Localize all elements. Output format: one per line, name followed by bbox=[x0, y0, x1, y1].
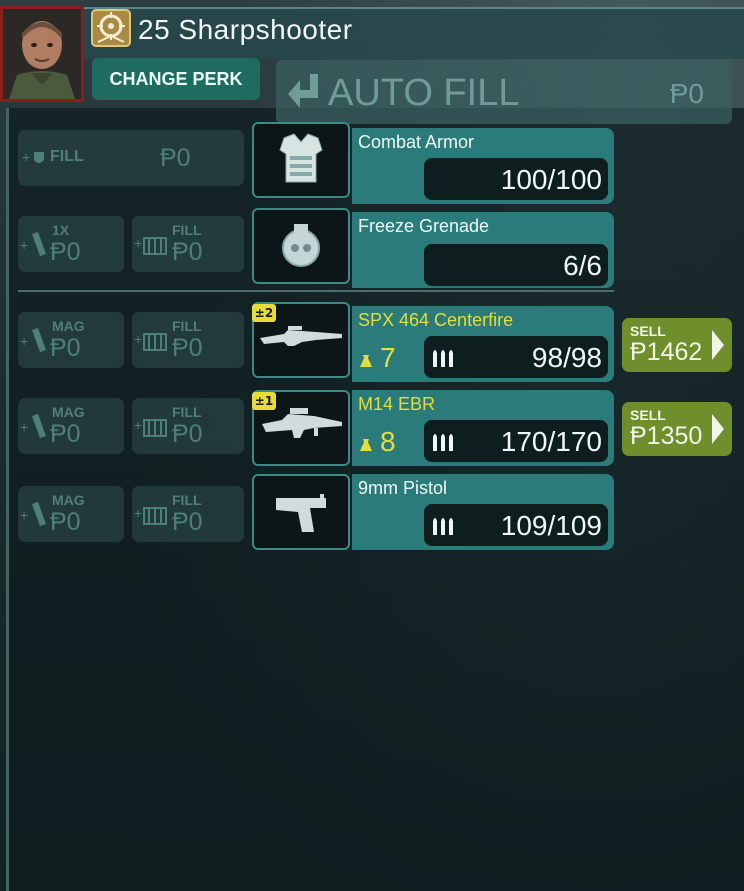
weight-icon bbox=[360, 438, 372, 451]
ammo-box-icon: + bbox=[134, 235, 167, 255]
ammo-box-icon: + bbox=[134, 417, 167, 437]
weapon2-name: M14 EBR bbox=[358, 394, 436, 414]
perk-title: 25 Sharpshooter bbox=[138, 14, 353, 45]
sharpshooter-perk-icon bbox=[91, 9, 131, 47]
weapon2-fill-button[interactable]: + FILL Ᵽ0 bbox=[132, 398, 244, 454]
weapon1-name: SPX 464 Centerfire bbox=[358, 310, 514, 330]
weapon2-mag-cost: Ᵽ0 bbox=[50, 420, 81, 448]
ammo-box-icon: + bbox=[134, 331, 167, 351]
armor-count: 100/100 bbox=[500, 164, 602, 195]
svg-text:+: + bbox=[20, 419, 28, 435]
weapon2-mag-button[interactable]: + MAG Ᵽ0 bbox=[18, 398, 124, 454]
weapon3-mag-button[interactable]: + MAG Ᵽ0 bbox=[18, 486, 124, 542]
armor-fill-button[interactable]: + FILL Ᵽ0 bbox=[18, 130, 244, 186]
armor-fill-label: FILL bbox=[50, 148, 84, 165]
grenade-fill-label: FILL bbox=[172, 222, 202, 238]
portrait-avatar bbox=[3, 9, 81, 99]
mag-icon: + bbox=[20, 414, 46, 438]
svg-text:+: + bbox=[20, 237, 28, 253]
weapon1-item-panel[interactable]: SPX 464 Centerfire 7 98/98 bbox=[352, 306, 614, 382]
weapon1-ammo-box: 98/98 bbox=[424, 336, 608, 378]
autofill-button[interactable]: AUTO FILL Ᵽ0 bbox=[276, 60, 732, 124]
armor-name: Combat Armor bbox=[358, 132, 475, 152]
weapon3-fill-button[interactable]: + FILL Ᵽ0 bbox=[132, 486, 244, 542]
armor-icon-box bbox=[252, 122, 350, 198]
autofill-cost: Ᵽ0 bbox=[669, 78, 704, 109]
grenade-buy-label: 1X bbox=[52, 222, 70, 238]
pistol-icon bbox=[276, 494, 326, 532]
sell-arrow-icon bbox=[712, 330, 724, 360]
weapon1-mag-cost: Ᵽ0 bbox=[50, 334, 81, 362]
grenade-fill-cost: Ᵽ0 bbox=[172, 238, 203, 266]
ammo-bullets-icon bbox=[433, 350, 453, 367]
weapon3-name: 9mm Pistol bbox=[358, 478, 448, 498]
grenade-count: 6/6 bbox=[563, 250, 602, 281]
svg-text:+: + bbox=[20, 333, 28, 349]
weapon1-ammo: 98/98 bbox=[531, 342, 602, 373]
weapon2-sell-button[interactable]: SELL Ᵽ1350 bbox=[622, 402, 732, 456]
grenade-buy-button[interactable]: + 1X Ᵽ0 bbox=[18, 216, 124, 272]
weapon1-sell-button[interactable]: SELL Ᵽ1462 bbox=[622, 318, 732, 372]
svg-text:+: + bbox=[20, 507, 28, 523]
grenade-small-icon: + bbox=[20, 232, 46, 256]
weapon2-weight: 8 bbox=[358, 426, 396, 458]
armor-fill-cost: Ᵽ0 bbox=[160, 144, 191, 172]
weapon3-item-panel[interactable]: 9mm Pistol 109/109 bbox=[352, 474, 614, 550]
weapon1-sell-price: Ᵽ1462 bbox=[630, 338, 703, 366]
svg-text:+: + bbox=[134, 505, 142, 521]
armor-count-box: 100/100 bbox=[424, 158, 608, 200]
weapon3-fill-cost: Ᵽ0 bbox=[172, 508, 203, 536]
weapon1-mag-label: MAG bbox=[52, 318, 85, 334]
grenade-name: Freeze Grenade bbox=[358, 216, 490, 236]
svg-text:+: + bbox=[134, 331, 142, 347]
armor-vest-icon bbox=[279, 133, 323, 183]
grenade-buy-cost: Ᵽ0 bbox=[50, 238, 81, 266]
weapon1-fill-cost: Ᵽ0 bbox=[172, 334, 203, 362]
svg-text:+: + bbox=[22, 149, 30, 165]
weapon3-mag-cost: Ᵽ0 bbox=[50, 508, 81, 536]
weapon3-mag-label: MAG bbox=[52, 492, 85, 508]
weapon2-sell-label: SELL bbox=[630, 407, 666, 423]
armor-item-panel[interactable]: Combat Armor 100/100 bbox=[352, 128, 614, 204]
weapon1-sell-label: SELL bbox=[630, 323, 666, 339]
weapon3-fill-label: FILL bbox=[172, 492, 202, 508]
weight-icon bbox=[360, 354, 372, 367]
mag-icon: + bbox=[20, 502, 46, 526]
autofill-label: AUTO FILL bbox=[328, 72, 520, 114]
ammo-bullets-icon bbox=[433, 518, 453, 535]
weapon2-mag-label: MAG bbox=[52, 404, 85, 420]
grenade-fill-button[interactable]: + FILL Ᵽ0 bbox=[132, 216, 244, 272]
weapon2-tier-badge: ±1 bbox=[252, 392, 276, 410]
weapon2-fill-cost: Ᵽ0 bbox=[172, 420, 203, 448]
weapon2-ammo: 170/170 bbox=[500, 426, 602, 457]
weapon1-fill-button[interactable]: + FILL Ᵽ0 bbox=[132, 312, 244, 368]
weapon3-icon-box bbox=[252, 474, 350, 550]
mag-icon: + bbox=[20, 328, 46, 352]
weapon1-weight: 7 bbox=[358, 342, 396, 374]
player-portrait bbox=[0, 6, 84, 102]
svg-text:+: + bbox=[134, 417, 142, 433]
section-divider bbox=[18, 290, 614, 292]
sell-arrow-icon bbox=[712, 414, 724, 444]
grenade-item-panel[interactable]: Freeze Grenade 6/6 bbox=[352, 212, 614, 288]
grenade-count-box: 6/6 bbox=[424, 244, 608, 286]
weapon2-sell-price: Ᵽ1350 bbox=[630, 422, 703, 450]
ammo-box-icon: + bbox=[134, 505, 167, 525]
weapon1-fill-label: FILL bbox=[172, 318, 202, 334]
change-perk-button[interactable]: CHANGE PERK bbox=[92, 58, 260, 100]
weapon2-fill-label: FILL bbox=[172, 404, 202, 420]
weapon2-item-panel[interactable]: M14 EBR 8 170/170 bbox=[352, 390, 614, 466]
weapon1-tier-badge: ±2 bbox=[252, 304, 276, 322]
weapon3-ammo: 109/109 bbox=[500, 510, 602, 541]
grenade-icon-box bbox=[252, 208, 350, 284]
autofill-arrow-icon bbox=[288, 74, 318, 108]
weapon2-ammo-box: 170/170 bbox=[424, 420, 608, 462]
svg-text:+: + bbox=[134, 235, 142, 251]
ammo-bullets-icon bbox=[433, 434, 453, 451]
grenade-icon bbox=[282, 224, 320, 267]
weapon3-ammo-box: 109/109 bbox=[424, 504, 608, 546]
weapon1-mag-button[interactable]: + MAG Ᵽ0 bbox=[18, 312, 124, 368]
armor-small-icon: + bbox=[22, 149, 44, 165]
